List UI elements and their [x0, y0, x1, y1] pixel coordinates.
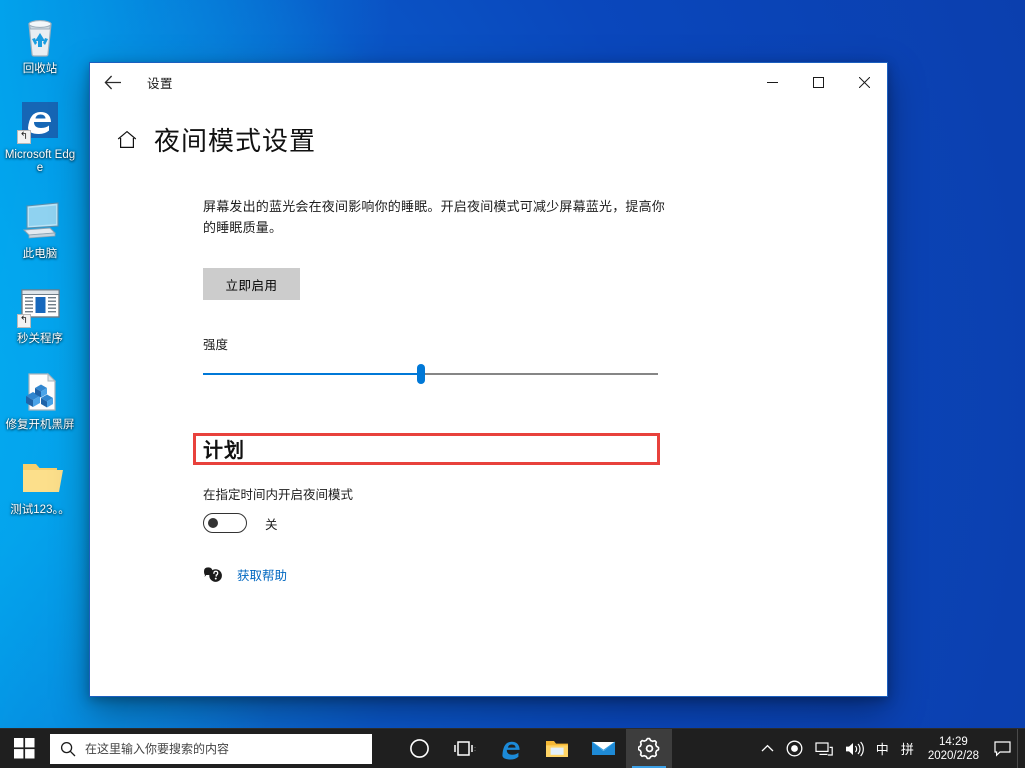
taskbar-item-settings[interactable]: [626, 728, 672, 768]
enable-now-button[interactable]: 立即启用: [203, 268, 300, 300]
night-light-description: 屏幕发出的蓝光会在夜间影响你的睡眠。开启夜间模式可减少屏幕蓝光，提高你的睡眠质量…: [203, 199, 666, 235]
taskbar-item-cortana[interactable]: [396, 729, 442, 768]
desktop-icon-fix-black-screen[interactable]: 修复开机黑屏: [0, 364, 80, 437]
desktop-icon-test-folder[interactable]: 测试123。。: [0, 449, 80, 522]
maximize-button[interactable]: [795, 63, 841, 101]
schedule-toggle[interactable]: [203, 513, 247, 533]
toggle-knob: [208, 518, 218, 528]
taskbar-item-edge[interactable]: [488, 729, 534, 768]
settings-content: 夜间模式设置 屏幕发出的蓝光会在夜间影响你的睡眠。开启夜间模式可减少屏幕蓝光，提…: [90, 101, 887, 696]
schedule-toggle-row: 关: [203, 513, 887, 533]
taskbar-items: [396, 728, 672, 768]
help-bubble-icon: [203, 566, 223, 584]
show-desktop-button[interactable]: [1017, 728, 1023, 768]
clock-date: 2020/2/28: [927, 749, 979, 762]
edge-icon: ↰: [17, 99, 63, 145]
desktop-screen: 回收站 ↰ Microsoft Edge 此电脑 ↰ 秒关程序 修复开机黑屏 测…: [0, 0, 1025, 768]
taskbar-item-mail[interactable]: [580, 729, 626, 768]
folder-icon: [17, 454, 63, 500]
schedule-heading: 计划: [203, 440, 245, 462]
schedule-toggle-state: 关: [265, 517, 278, 532]
taskbar-item-file-explorer[interactable]: [534, 729, 580, 768]
tray-item-safety[interactable]: [780, 729, 809, 768]
shortcut-overlay-icon: ↰: [17, 129, 31, 144]
safety-shield-icon: [786, 740, 803, 757]
tray-item-volume[interactable]: [839, 729, 870, 768]
ime-layout-label: 拼: [900, 742, 914, 757]
search-placeholder: 在这里输入你要搜索的内容: [85, 742, 230, 756]
network-icon: [815, 741, 833, 756]
strength-slider[interactable]: [203, 364, 658, 384]
home-icon[interactable]: [112, 125, 142, 155]
minimize-icon: [766, 81, 778, 83]
action-center-button[interactable]: [989, 729, 1015, 768]
page-header: 夜间模式设置: [90, 101, 887, 158]
desktop-icon-recycle-bin[interactable]: 回收站: [0, 8, 80, 81]
search-input[interactable]: 在这里输入你要搜索的内容: [50, 733, 372, 764]
desktop-icon-label: 秒关程序: [17, 333, 63, 345]
recycle-bin-icon: [17, 13, 63, 59]
desktop-icon-label: Microsoft Edge: [4, 148, 76, 175]
mail-icon: [591, 741, 615, 755]
close-icon: [858, 76, 870, 88]
chevron-up-icon: [761, 744, 774, 752]
settings-body: 屏幕发出的蓝光会在夜间影响你的睡眠。开启夜间模式可减少屏幕蓝光，提高你的睡眠质量…: [90, 196, 887, 584]
slider-fill: [203, 373, 422, 375]
desktop-icon-label: 修复开机黑屏: [5, 418, 75, 431]
clock-time: 14:29: [939, 735, 968, 748]
start-button[interactable]: [0, 729, 48, 768]
window-title: 设置: [147, 76, 174, 91]
strength-label: 强度: [203, 338, 229, 352]
close-button[interactable]: [841, 63, 887, 101]
tray-item-network[interactable]: [809, 729, 839, 768]
desktop-icon-label: 测试123。。: [10, 504, 70, 516]
taskbar-item-task-view[interactable]: [442, 729, 488, 768]
back-button[interactable]: [90, 63, 136, 101]
desktop-icon-this-pc[interactable]: 此电脑: [0, 193, 80, 266]
edge-icon: [502, 741, 520, 759]
shortcut-overlay-icon: ↰: [17, 314, 31, 328]
minimize-button[interactable]: [749, 63, 795, 101]
taskbar: 在这里输入你要搜索的内容 中 拼 14:29 2020/2/28: [0, 728, 1025, 768]
slider-thumb[interactable]: [417, 364, 426, 384]
window-title-bar: 设置: [90, 63, 887, 101]
settings-window: 设置 夜间模式设置 屏幕发出的蓝光会在夜间影响你的睡眠。开启夜间模式可减少屏幕蓝…: [89, 62, 888, 697]
tray-item-ime-mode[interactable]: 中: [870, 729, 895, 768]
page-title: 夜间模式设置: [154, 126, 317, 156]
window-controls: [749, 63, 887, 101]
notification-icon: [993, 740, 1011, 757]
task-view-icon: [453, 740, 476, 756]
maximize-icon: [812, 76, 824, 88]
file-explorer-icon: [545, 740, 568, 757]
tray-expand-button[interactable]: [755, 729, 780, 768]
taskbar-clock[interactable]: 14:29 2020/2/28: [920, 729, 989, 768]
back-arrow-icon: [104, 75, 121, 89]
this-pc-icon: [17, 198, 63, 244]
desktop-icon-quick-close[interactable]: ↰ 秒关程序: [0, 278, 80, 351]
registry-file-icon: [17, 369, 63, 415]
desktop-icon-list: 回收站 ↰ Microsoft Edge 此电脑 ↰ 秒关程序 修复开机黑屏 测…: [0, 8, 80, 535]
tray-item-ime-layout[interactable]: 拼: [895, 729, 920, 768]
volume-icon: [845, 741, 864, 756]
app-window-icon: ↰: [17, 283, 63, 329]
desktop-icon-microsoft-edge[interactable]: ↰ Microsoft Edge: [0, 94, 80, 180]
search-icon: [60, 741, 76, 757]
get-help-row[interactable]: 获取帮助: [203, 565, 887, 584]
ime-mode-label: 中: [875, 742, 889, 757]
desktop-icon-label: 此电脑: [22, 247, 58, 260]
desktop-icon-label: 回收站: [22, 63, 58, 75]
settings-gear-icon: [637, 737, 659, 760]
cortana-icon: [409, 739, 429, 758]
windows-start-icon: [13, 738, 34, 759]
get-help-link[interactable]: 获取帮助: [237, 565, 287, 584]
system-tray: 中 拼 14:29 2020/2/28: [755, 728, 1025, 768]
schedule-subtitle: 在指定时间内开启夜间模式: [203, 488, 354, 502]
